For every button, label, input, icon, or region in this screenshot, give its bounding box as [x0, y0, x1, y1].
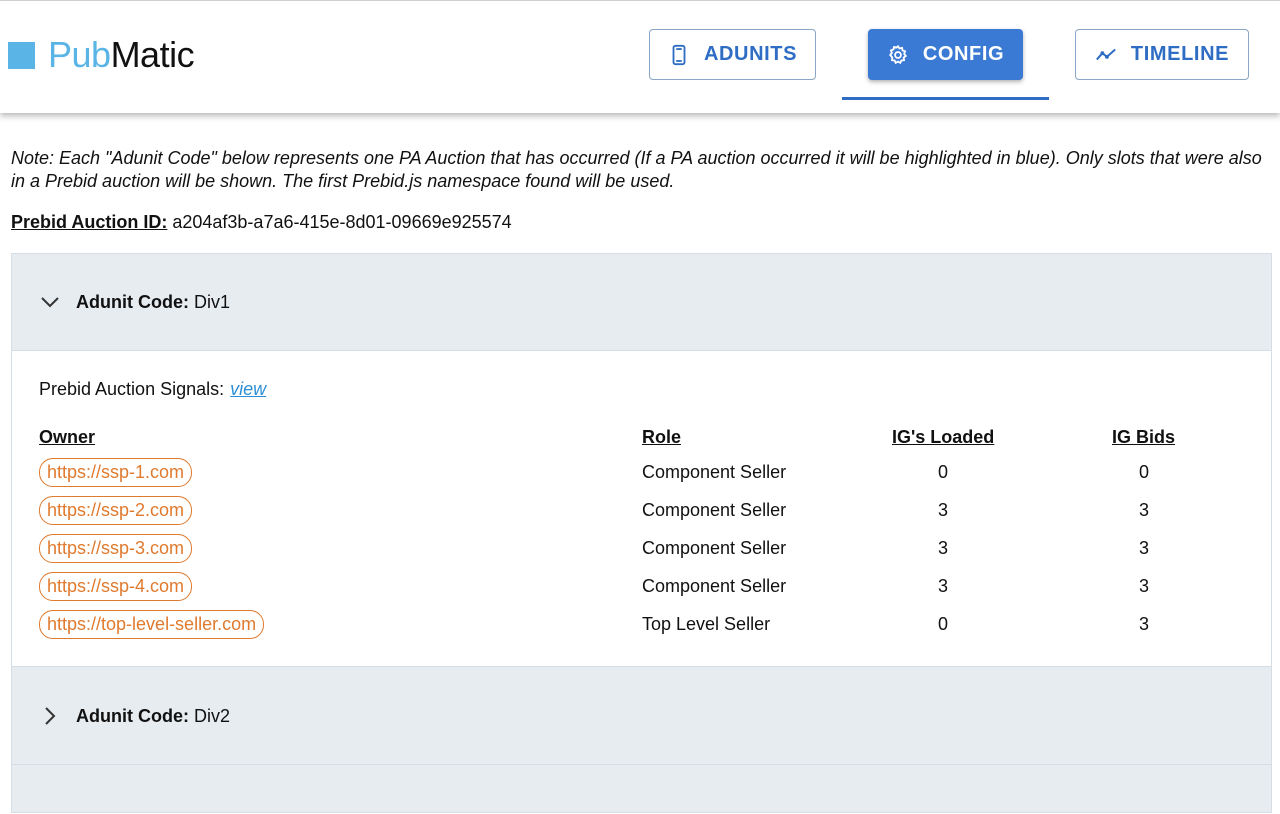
auction-id-value: a204af3b-a7a6-415e-8d01-09669e925574 [172, 212, 512, 232]
igs-loaded-cell: 3 [937, 500, 948, 520]
ig-bids-cell: 3 [1138, 614, 1149, 634]
chevron-down-icon [41, 297, 59, 308]
role-cell: Component Seller [642, 576, 787, 596]
igs-loaded-cell: 0 [937, 614, 948, 634]
logo-square-icon [8, 41, 35, 69]
auction-signals-view-link[interactable]: view [230, 379, 266, 399]
timeline-button[interactable]: TIMELINE [1075, 29, 1249, 80]
ig-bids-cell: 3 [1138, 576, 1149, 596]
role-cell: Component Seller [642, 462, 787, 482]
logo-text-matic: Matic [110, 34, 195, 75]
role-cell: Top Level Seller [642, 614, 771, 634]
owner-link[interactable]: https://ssp-3.com [39, 534, 193, 563]
igs-loaded-cell: 3 [937, 538, 948, 558]
prebid-auction-id: Prebid Auction ID: a204af3b-a7a6-415e-8d… [11, 212, 512, 233]
adunits-button[interactable]: ADUNITS [649, 29, 816, 80]
header-owner: Owner [39, 427, 96, 447]
owner-link[interactable]: https://ssp-2.com [39, 496, 193, 525]
adunit-code-label: Adunit Code: [76, 705, 189, 726]
adunit-code-value: Div1 [194, 291, 231, 312]
owner-link[interactable]: https://top-level-seller.com [39, 610, 265, 639]
adunit-header-next[interactable] [12, 764, 1271, 814]
note-text: Note: Each "Adunit Code" below represent… [11, 148, 1262, 191]
header-igs-loaded: IG's Loaded [892, 427, 995, 447]
header-ig-bids: IG Bids [1112, 427, 1176, 447]
adunit-code-value: Div2 [194, 705, 231, 726]
role-cell: Component Seller [642, 538, 787, 558]
pubmatic-logo: PubMatic [8, 34, 195, 75]
auction-signals-label: Prebid Auction Signals: [39, 379, 225, 399]
mobile-device-icon [672, 44, 686, 65]
trend-line-icon [1095, 48, 1116, 60]
owner-link[interactable]: https://ssp-1.com [39, 458, 193, 487]
adunits-label: ADUNITS [703, 43, 798, 65]
adunit-details-div1: Prebid Auction Signals: view Owner Role I… [12, 350, 1271, 667]
app-header: PubMatic ADUNITS CONFIG TIMELINE [0, 0, 1280, 113]
adunit-header-div1[interactable]: Adunit Code: Div1 [12, 254, 1271, 350]
auction-signals: Prebid Auction Signals: view [39, 379, 266, 400]
role-cell: Component Seller [642, 500, 787, 520]
logo-text-pub: Pub [48, 34, 111, 75]
ig-bids-cell: 3 [1138, 538, 1149, 558]
chevron-right-icon [45, 707, 56, 725]
owner-link[interactable]: https://ssp-4.com [39, 572, 193, 601]
timeline-label: TIMELINE [1130, 43, 1230, 65]
header-role: Role [642, 427, 682, 447]
igs-loaded-cell: 3 [937, 576, 948, 596]
adunit-header-div2[interactable]: Adunit Code: Div2 [12, 668, 1271, 764]
igs-loaded-cell: 0 [937, 462, 948, 482]
config-button[interactable]: CONFIG [868, 29, 1023, 80]
ig-bids-cell: 0 [1138, 462, 1149, 482]
gear-icon [888, 44, 907, 64]
adunit-accordion: Adunit Code: Div1 Prebid Auction Signals… [11, 253, 1272, 813]
ig-bids-cell: 3 [1138, 500, 1149, 520]
auction-id-label: Prebid Auction ID: [11, 212, 168, 232]
adunit-code-label: Adunit Code: [76, 291, 189, 312]
active-tab-indicator [842, 97, 1049, 100]
config-label: CONFIG [922, 43, 1005, 65]
